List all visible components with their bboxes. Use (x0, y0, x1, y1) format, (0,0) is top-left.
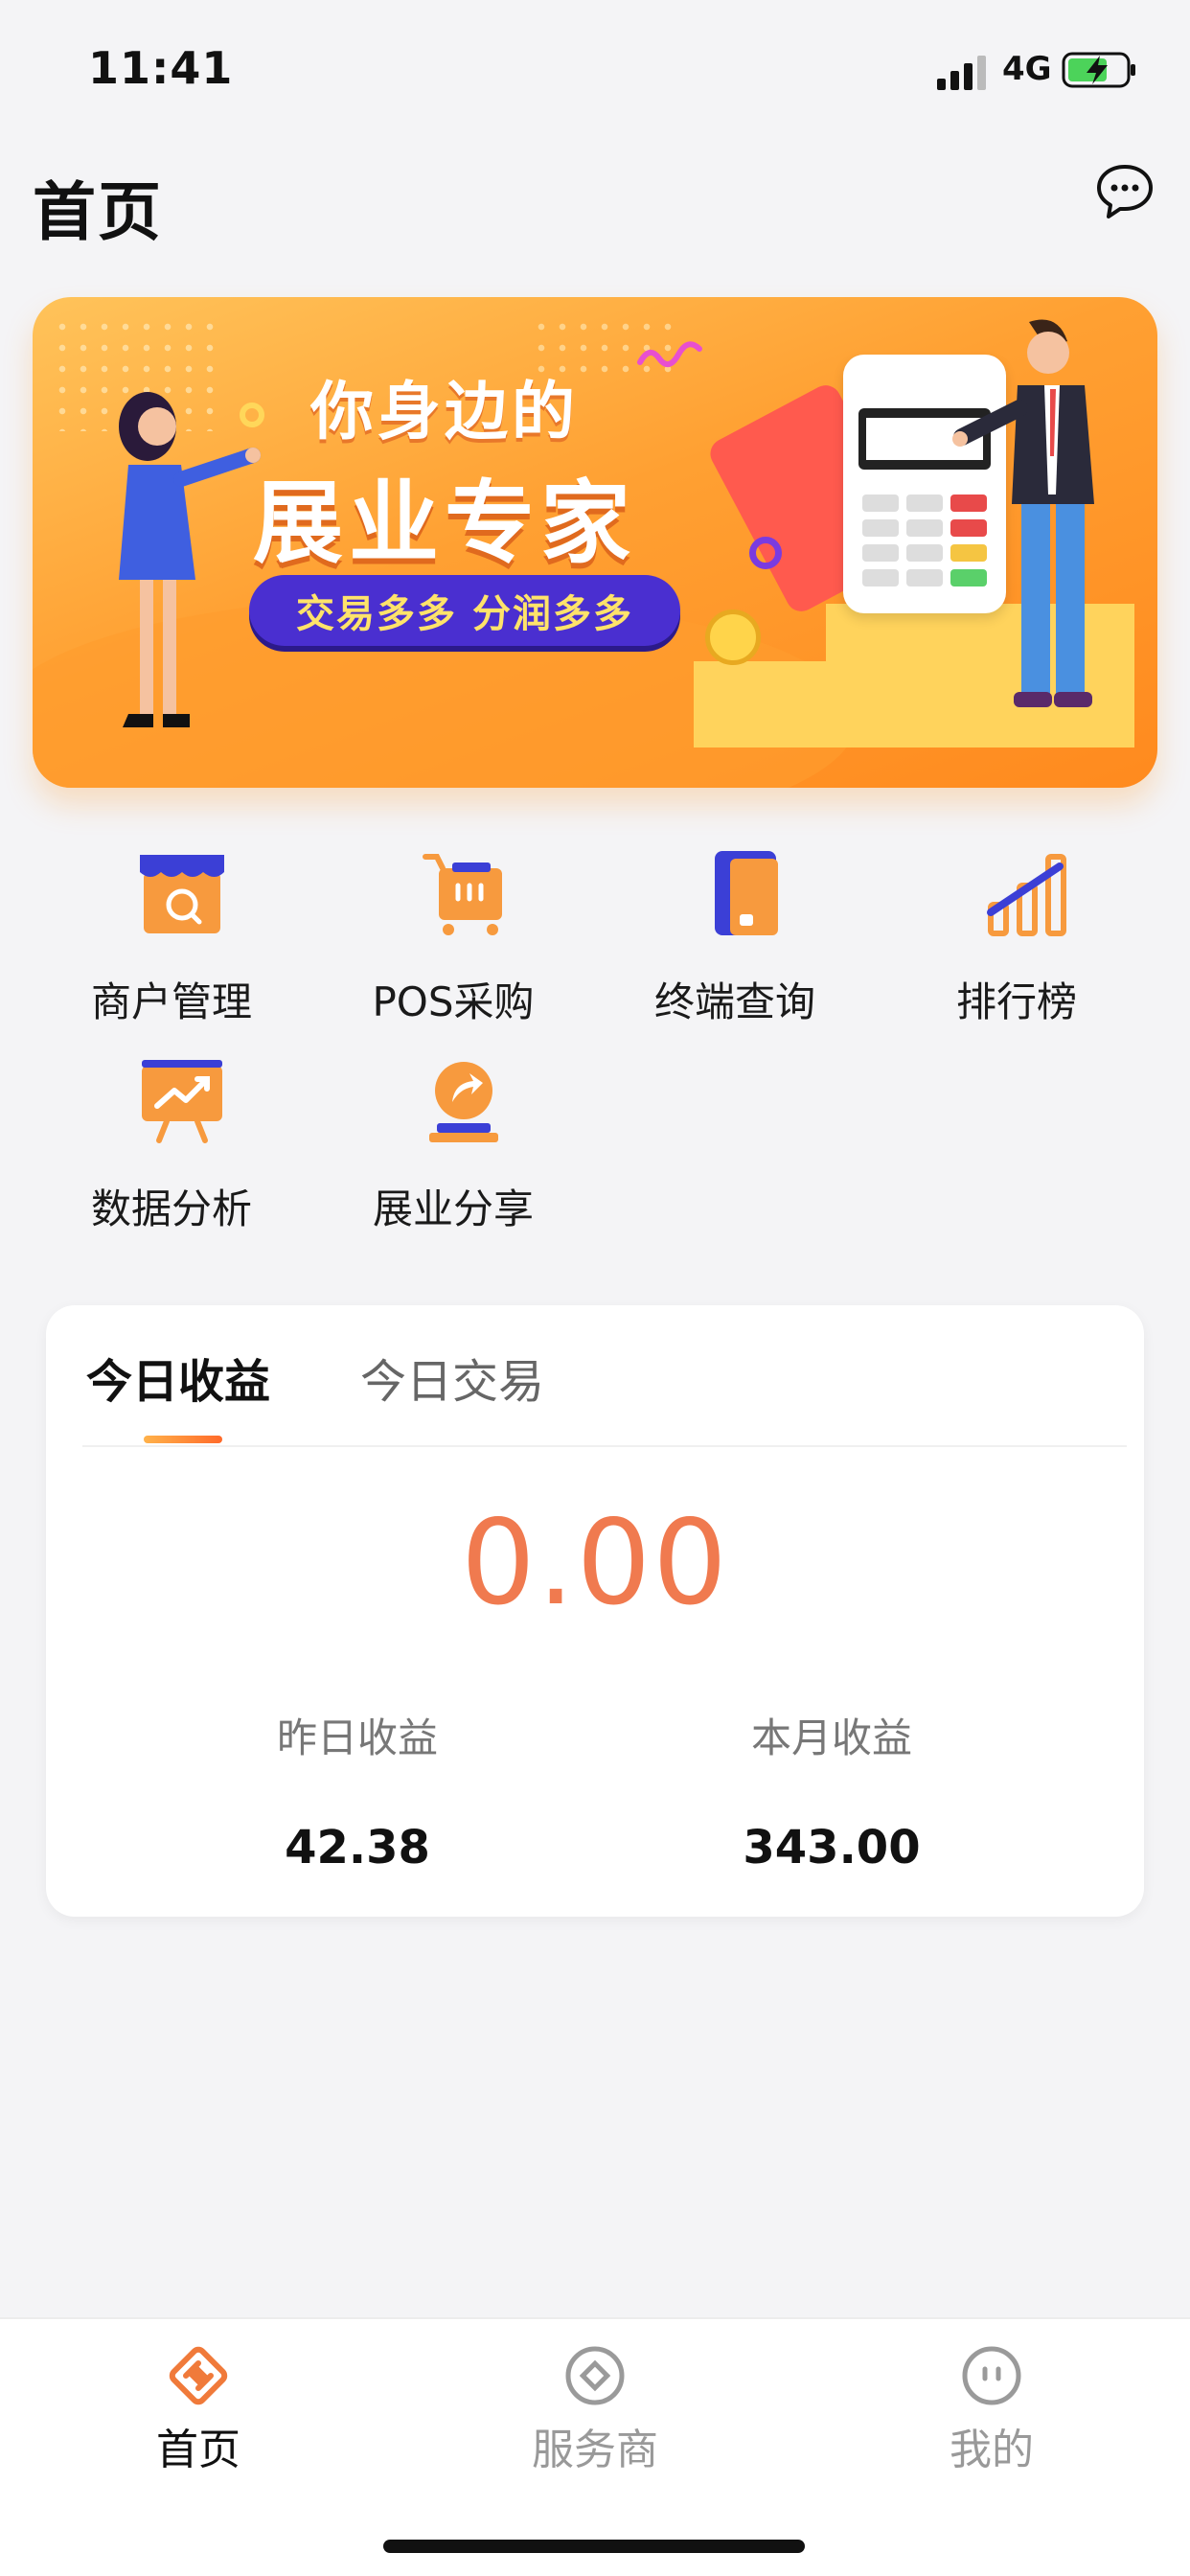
status-time: 11:41 (88, 42, 234, 94)
banner-squiggle-decoration (637, 341, 702, 367)
tab-service-provider[interactable]: 服务商 (451, 2342, 739, 2476)
share-arrow-icon (429, 1062, 498, 1142)
month-earnings-value: 343.00 (743, 1821, 921, 1874)
menu-label: 终端查询 (653, 978, 815, 1025)
bottom-tab-bar: 首页 服务商 我的 (0, 2317, 1190, 2576)
service-provider-icon (565, 2346, 625, 2405)
banner-headline-large: 展业专家 (253, 472, 637, 576)
menu-item-terminal-query[interactable]: 终端查询 (596, 849, 874, 1031)
yesterday-earnings-label: 昨日收益 (276, 1714, 438, 1761)
promo-banner[interactable]: 你身边的 展业专家 交易多多 分润多多 (33, 297, 1157, 788)
page-title: 首页 (33, 175, 163, 249)
man-illustration (952, 319, 1094, 707)
banner-slogan-text: 交易多多 分润多多 (296, 592, 633, 636)
home-indicator (383, 2540, 805, 2553)
status-bar: 11:41 4G (0, 0, 1190, 144)
divider (82, 1445, 1127, 1447)
tab-label: 我的 (950, 2426, 1034, 2474)
woman-illustration (119, 392, 261, 727)
shopping-cart-icon (423, 854, 502, 935)
terminal-device-icon (715, 851, 778, 935)
menu-label: POS采购 (372, 978, 535, 1025)
today-earnings-value: 0.00 (461, 1495, 729, 1631)
data-chart-board-icon (142, 1060, 222, 1143)
coin-icon (705, 610, 761, 665)
menu-label: 商户管理 (90, 978, 252, 1025)
menu-label: 展业分享 (372, 1185, 534, 1232)
banner-headline-small: 你身边的 (310, 375, 579, 448)
tab-label: 首页 (156, 2426, 240, 2474)
menu-item-merchant[interactable]: 商户管理 (33, 849, 310, 1031)
tab-today-earnings[interactable]: 今日收益 (86, 1344, 270, 1411)
ranking-bars-icon (987, 854, 1066, 936)
home-diamond-icon (169, 2346, 228, 2405)
menu-label: 数据分析 (90, 1185, 252, 1232)
merchant-store-icon (140, 855, 224, 933)
tab-today-transactions[interactable]: 今日交易 (360, 1344, 544, 1411)
profile-face-icon (962, 2346, 1021, 2405)
banner-slogan-pill: 交易多多 分润多多 (249, 575, 680, 646)
tab-mine[interactable]: 我的 (848, 2342, 1135, 2476)
signal-icon (937, 56, 986, 90)
menu-item-pos-purchase[interactable]: POS采购 (314, 849, 592, 1031)
menu-item-ranking[interactable]: 排行榜 (878, 849, 1156, 1031)
yesterday-earnings-value: 42.38 (285, 1821, 430, 1874)
menu-item-share[interactable]: 展业分享 (314, 1056, 592, 1238)
banner-ring-decoration (749, 537, 782, 569)
tab-label: 服务商 (532, 2426, 658, 2474)
menu-item-data-analysis[interactable]: 数据分析 (33, 1056, 310, 1238)
chat-bubble-icon[interactable] (1094, 161, 1156, 222)
earnings-card: 今日收益 今日交易 0.00 昨日收益 本月收益 42.38 343.00 (46, 1305, 1144, 1917)
tab-home[interactable]: 首页 (55, 2342, 342, 2476)
month-earnings-label: 本月收益 (750, 1714, 912, 1761)
menu-label: 排行榜 (955, 978, 1077, 1025)
network-type: 4G (1002, 50, 1052, 88)
active-tab-indicator (144, 1436, 222, 1443)
battery-charging-icon (1062, 52, 1135, 88)
